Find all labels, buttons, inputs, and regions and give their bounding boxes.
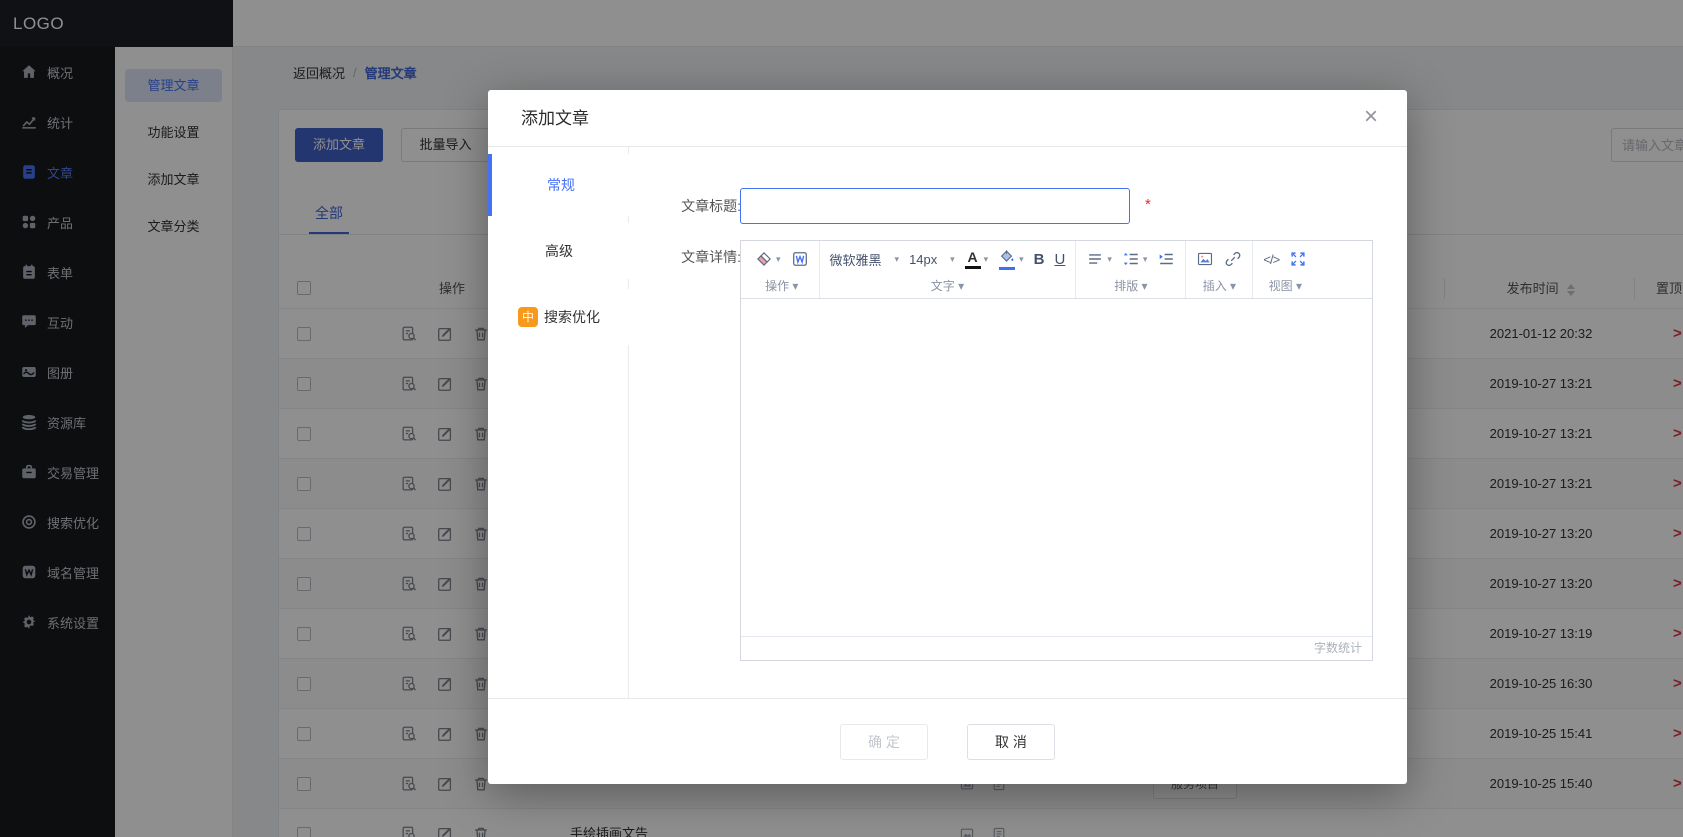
bg-color-button[interactable]: ▾ xyxy=(995,246,1027,272)
article-title-input[interactable] xyxy=(740,188,1130,224)
toolbar-text: U xyxy=(1055,251,1066,268)
modal-body: 常规高级中搜索优化 文章标题: * 文章详情: ▾操作 ▾微软雅黑▾14px▾A… xyxy=(488,147,1407,698)
font-color-glyph: A xyxy=(965,250,981,269)
word-import-icon xyxy=(791,250,809,268)
modal-tab-advanced[interactable]: 高级 xyxy=(488,223,630,279)
article-form: 文章标题: * 文章详情: ▾操作 ▾微软雅黑▾14px▾A▾▾BU文字 ▾▾▾… xyxy=(629,147,1407,698)
word-count-label[interactable]: 字数统计 xyxy=(1314,641,1362,655)
bucket-icon xyxy=(998,248,1016,266)
modal-tab-seo[interactable]: 中搜索优化 xyxy=(488,289,630,345)
eraser-icon xyxy=(755,250,773,268)
chevron-down-icon: ▾ xyxy=(895,254,900,265)
modal-tab-general[interactable]: 常规 xyxy=(488,154,630,216)
close-icon[interactable]: × xyxy=(1357,104,1385,132)
line-height-button[interactable]: ▾ xyxy=(1119,248,1151,270)
chevron-down-icon: ▾ xyxy=(950,254,955,265)
toolbar-group-actions-icons: ▾ xyxy=(752,241,812,277)
toolbar-text: 微软雅黑 xyxy=(830,250,892,269)
font-size-select[interactable]: 14px▾ xyxy=(906,250,958,269)
cancel-button[interactable]: 取 消 xyxy=(967,724,1055,760)
article-title-label: 文章标题: xyxy=(665,188,741,224)
chevron-down-icon: ▾ xyxy=(1019,254,1024,265)
image-tool-button[interactable] xyxy=(1193,248,1217,270)
toolbar-group-actions: ▾ 操作 ▾ xyxy=(745,241,820,298)
underline-button[interactable]: U xyxy=(1052,249,1069,270)
line-height-icon xyxy=(1122,250,1140,268)
align-button[interactable]: ▾ xyxy=(1083,248,1115,270)
modal-footer: 确 定 取 消 xyxy=(488,698,1407,784)
editor-toolbar: ▾操作 ▾微软雅黑▾14px▾A▾▾BU文字 ▾▾▾排版 ▾插入 ▾</>视图 … xyxy=(741,241,1372,299)
indent-icon xyxy=(1157,250,1175,268)
toolbar-text: </> xyxy=(1263,252,1279,267)
toolbar-group-text-icons: 微软雅黑▾14px▾A▾▾BU xyxy=(827,241,1069,277)
bold-button[interactable]: B xyxy=(1031,249,1048,270)
toolbar-group-paragraph-label[interactable]: 排版 ▾ xyxy=(1083,277,1178,298)
modal-title: 添加文章 xyxy=(521,90,589,147)
chevron-down-icon: ▾ xyxy=(776,254,781,265)
font-color-button[interactable]: A▾ xyxy=(962,248,992,271)
required-mark: * xyxy=(1145,196,1151,213)
rich-text-editor: ▾操作 ▾微软雅黑▾14px▾A▾▾BU文字 ▾▾▾排版 ▾插入 ▾</>视图 … xyxy=(740,240,1373,661)
modal-tab-label: 高级 xyxy=(545,241,573,261)
modal-tab-label: 搜索优化 xyxy=(544,307,600,327)
indent-button[interactable] xyxy=(1154,248,1178,270)
modal-tab-rail: 常规高级中搜索优化 xyxy=(488,147,629,698)
cn-badge-icon: 中 xyxy=(518,307,538,327)
modal-tab-label: 常规 xyxy=(547,175,575,195)
add-article-modal: 添加文章 × 常规高级中搜索优化 文章标题: * 文章详情: ▾ 操作 ▾ 微软雅黑… xyxy=(488,90,1407,784)
chevron-down-icon: ▾ xyxy=(1107,254,1112,265)
align-icon xyxy=(1086,250,1104,268)
toolbar-text: 14px xyxy=(909,252,947,267)
link-icon xyxy=(1224,250,1242,268)
link-button[interactable] xyxy=(1221,248,1245,270)
toolbar-group-insert-label[interactable]: 插入 ▾ xyxy=(1193,277,1245,298)
chevron-down-icon: ▾ xyxy=(1143,254,1148,265)
toolbar-group-actions-label[interactable]: 操作 ▾ xyxy=(752,277,812,298)
toolbar-group-text-label[interactable]: 文字 ▾ xyxy=(827,277,1069,298)
letter-A: A xyxy=(968,250,978,265)
toolbar-group-insert-icons xyxy=(1193,241,1245,277)
modal-header: 添加文章 × xyxy=(488,90,1407,147)
color-bar xyxy=(965,266,981,269)
fullscreen-icon xyxy=(1289,250,1307,268)
article-detail-label: 文章详情: xyxy=(665,247,741,267)
word-import-button[interactable] xyxy=(788,248,812,270)
editor-content-area[interactable] xyxy=(741,299,1372,636)
toolbar-group-view: </> 视图 ▾ xyxy=(1253,241,1317,298)
image-tool-icon xyxy=(1196,250,1214,268)
editor-status-bar: 字数统计 xyxy=(741,636,1372,660)
toolbar-group-text: 微软雅黑▾14px▾A▾▾BU文字 ▾ xyxy=(820,241,1077,298)
code-view-button[interactable]: </> xyxy=(1260,250,1282,269)
font-family-select[interactable]: 微软雅黑▾ xyxy=(827,248,903,271)
chevron-down-icon: ▾ xyxy=(984,254,989,265)
confirm-button[interactable]: 确 定 xyxy=(840,724,928,760)
color-bar xyxy=(999,267,1015,270)
bg-color-glyph xyxy=(998,248,1016,270)
toolbar-group-insert: 插入 ▾ xyxy=(1186,241,1253,298)
fullscreen-button[interactable] xyxy=(1286,248,1310,270)
toolbar-group-paragraph-icons: ▾▾ xyxy=(1083,241,1178,277)
toolbar-group-view-label[interactable]: 视图 ▾ xyxy=(1260,277,1310,298)
toolbar-group-paragraph: ▾▾排版 ▾ xyxy=(1076,241,1186,298)
eraser-button[interactable]: ▾ xyxy=(752,248,784,270)
toolbar-text: B xyxy=(1034,251,1045,268)
toolbar-group-view-icons: </> xyxy=(1260,241,1310,277)
